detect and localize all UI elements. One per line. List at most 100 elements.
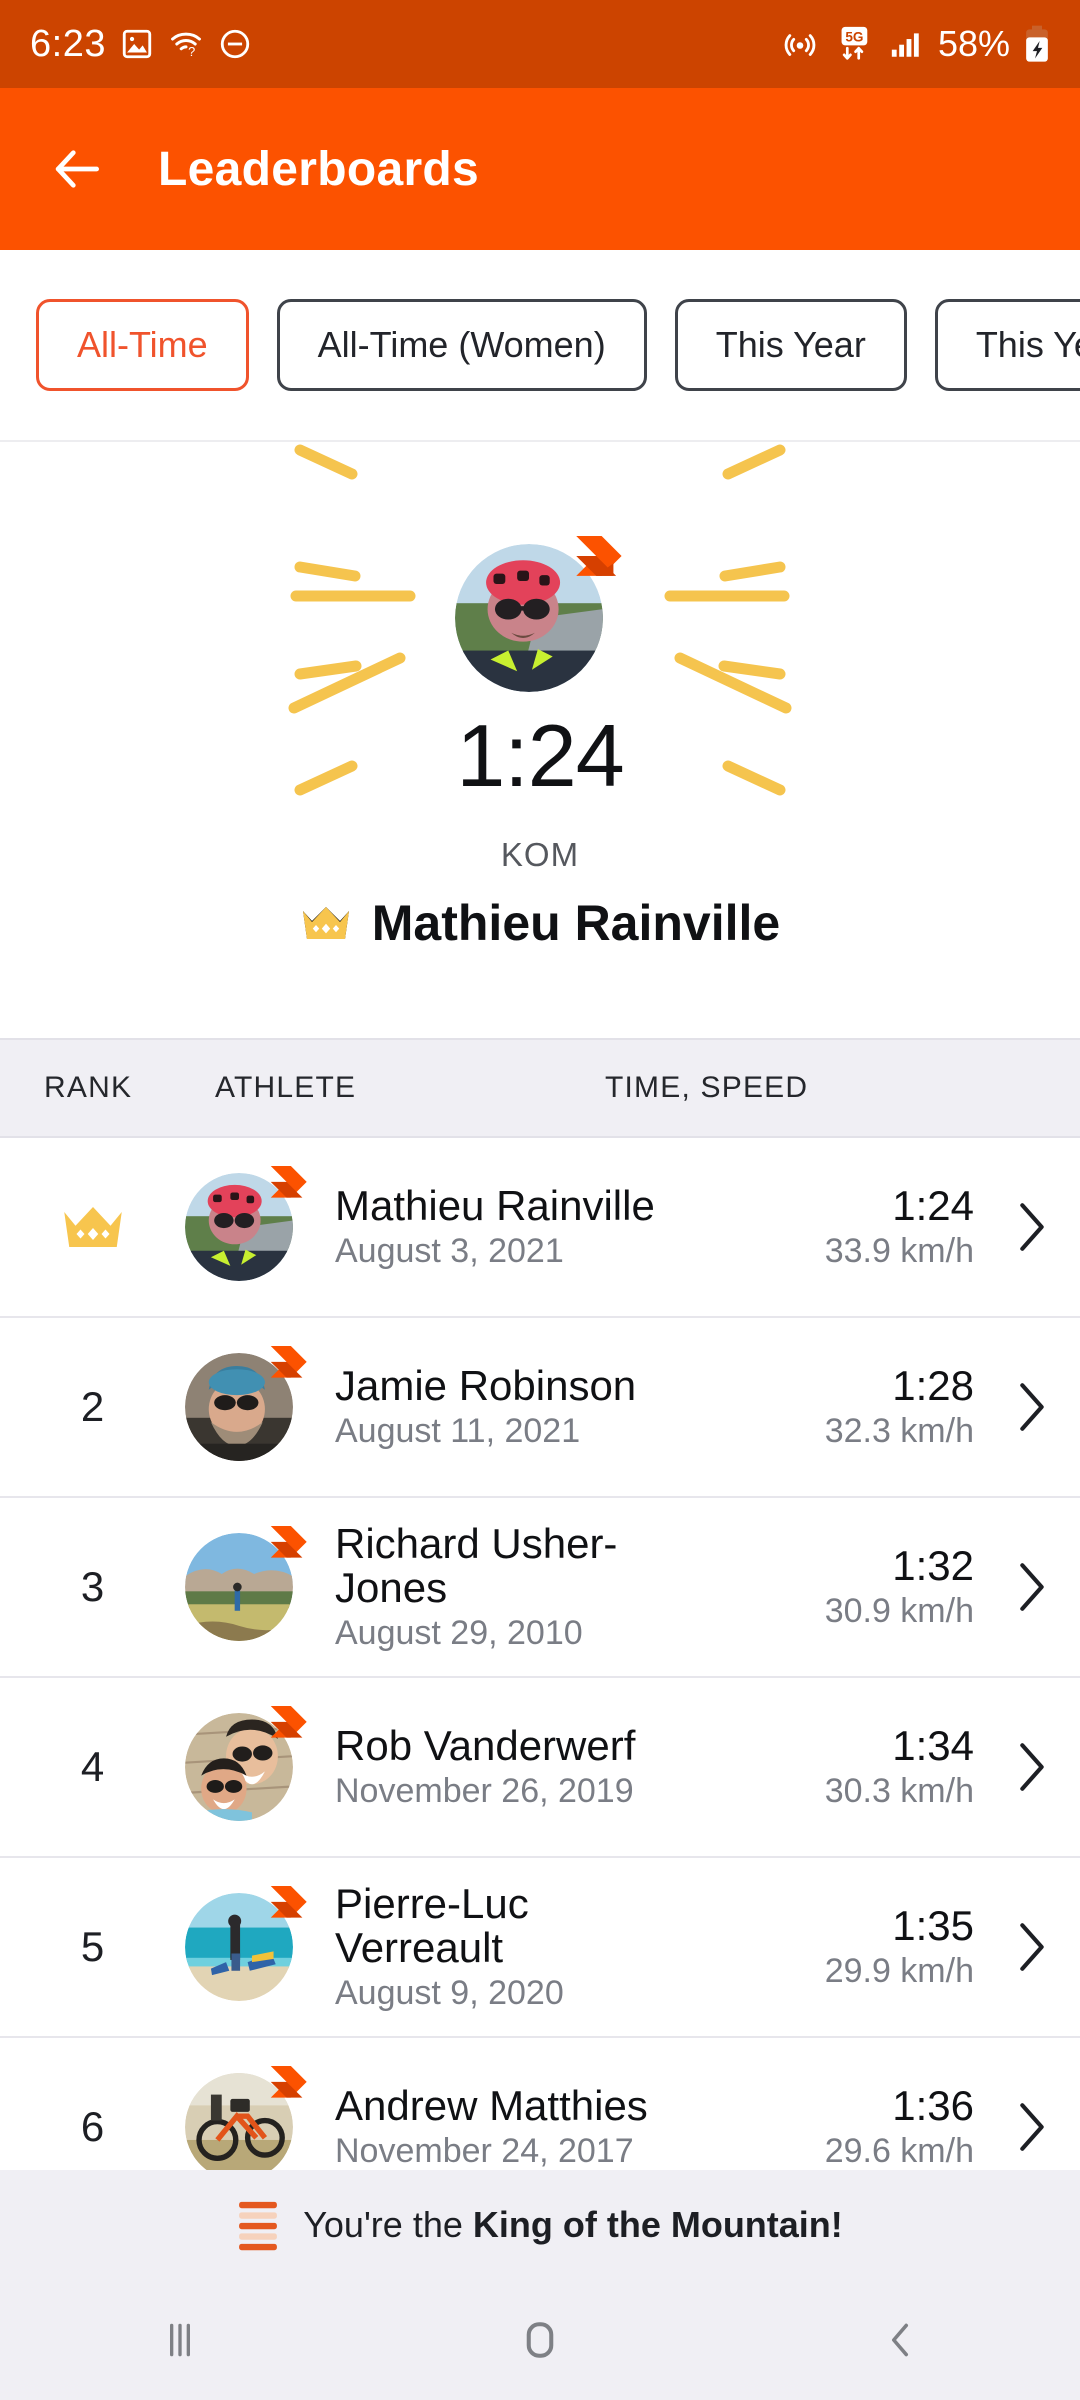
row-chevron[interactable] (984, 1738, 1080, 1796)
battery-charging-icon (1026, 25, 1048, 62)
crown-icon (302, 907, 349, 939)
chevron-right-icon (1020, 1743, 1044, 1791)
effort-speed: 29.9 km/h (824, 1952, 974, 1991)
effort-time: 1:35 (892, 1902, 974, 1950)
stats-cell: 1:24 33.9 km/h (684, 1184, 984, 1270)
strava-chevron-icon (270, 1706, 307, 1738)
athlete-cell: Jamie Robinson August 11, 2021 (327, 1364, 684, 1450)
athlete-name: Richard Usher-Jones (335, 1520, 618, 1612)
row-chevron[interactable] (984, 2098, 1080, 2156)
hotspot-icon (784, 34, 816, 56)
back-nav-button[interactable] (825, 2280, 975, 2400)
stats-cell: 1:35 29.9 km/h (684, 1904, 984, 1990)
effort-speed: 29.6 km/h (824, 2132, 974, 2171)
kom-name-row: Mathieu Rainville (0, 894, 1080, 952)
recents-button[interactable] (105, 2280, 255, 2400)
chip-this-year[interactable]: This Year (674, 299, 907, 391)
svg-text:5G: 5G (845, 30, 863, 45)
avatar-cell[interactable] (185, 1886, 327, 2001)
image-icon (122, 29, 152, 59)
table-row[interactable]: 3 Richard Usher-Jones August 29, 2010 1:… (0, 1498, 1080, 1678)
banner-text-prefix: You're the (303, 2204, 473, 2245)
svg-text:?: ? (188, 44, 195, 59)
chevron-right-icon (1020, 1923, 1044, 1971)
effort-time: 1:24 (892, 1182, 974, 1230)
kom-athlete-avatar[interactable] (455, 536, 622, 692)
chevron-right-icon (1020, 1563, 1044, 1611)
back-icon (891, 2323, 909, 2357)
avatar-cell[interactable] (185, 1526, 327, 1641)
table-row[interactable]: 2 Jamie Robinson August 11, 2021 1:28 32… (0, 1318, 1080, 1498)
stats-cell: 1:28 32.3 km/h (684, 1364, 984, 1450)
row-chevron[interactable] (984, 1918, 1080, 1976)
athlete-name: Jamie Robinson (335, 1362, 637, 1410)
home-button[interactable] (465, 2280, 615, 2400)
row-chevron[interactable] (984, 1558, 1080, 1616)
strava-chevron-icon (270, 1346, 307, 1378)
stats-cell: 1:36 29.6 km/h (684, 2084, 984, 2170)
strava-chevron-icon (270, 1886, 307, 1918)
column-header-rank: RANK (44, 1071, 133, 1104)
leaderboard-rows: Mathieu Rainville August 3, 2021 1:24 33… (0, 1138, 1080, 2260)
signal-bars-icon (891, 33, 919, 57)
strava-chevron-icon (270, 1526, 307, 1558)
chip-all-time[interactable]: All-Time (36, 299, 249, 391)
table-row[interactable]: 4 Rob Vanderwerf November 26, 2019 1:34 … (0, 1678, 1080, 1858)
chevron-right-icon (1020, 1383, 1044, 1431)
chip-this-year-secondary[interactable]: This Year (934, 299, 1080, 391)
athlete-cell: Pierre-Luc Verreault August 9, 2020 (327, 1881, 684, 2013)
athlete-name: Andrew Matthies (335, 2082, 648, 2130)
avatar-cell[interactable] (185, 1706, 327, 1821)
row-chevron[interactable] (984, 1198, 1080, 1256)
effort-time: 1:32 (892, 1542, 974, 1590)
effort-date: November 24, 2017 (335, 2132, 634, 2171)
stats-cell: 1:34 30.3 km/h (684, 1724, 984, 1810)
strava-chevron-icon (576, 536, 622, 576)
leaderboard-table-header: RANK ATHLETE TIME, SPEED (0, 1038, 1080, 1138)
rank-cell: 2 (80, 1383, 105, 1430)
column-header-athlete: ATHLETE (215, 1071, 357, 1104)
app-screen: 6:23 ? 5G 58% Leaderboards All-Time All-… (0, 0, 1080, 2400)
table-row[interactable]: 5 Pierre-Luc Verreault August 9, 2020 1:… (0, 1858, 1080, 2038)
rank-cell: 4 (80, 1743, 105, 1790)
leaderboard-filter-chips[interactable]: All-Time All-Time (Women) This Year This… (0, 250, 1080, 442)
battery-percent: 58% (937, 23, 1010, 64)
chip-all-time-women[interactable]: All-Time (Women) (276, 299, 647, 391)
banner-text: You're the King of the Mountain! (303, 2204, 843, 2246)
effort-speed: 33.9 km/h (824, 1232, 974, 1271)
kom-status-banner[interactable]: You're the King of the Mountain! (0, 2170, 1080, 2280)
app-bar: Leaderboards (0, 88, 1080, 250)
avatar-cell[interactable] (185, 1166, 327, 1281)
athlete-cell: Richard Usher-Jones August 29, 2010 (327, 1520, 684, 1652)
chevron-right-icon (1020, 1203, 1044, 1251)
status-bar-right: 5G 58% (780, 23, 1052, 65)
athlete-cell: Rob Vanderwerf November 26, 2019 (327, 1724, 684, 1810)
effort-date: November 26, 2019 (335, 1772, 634, 1811)
status-time: 6:23 (30, 22, 106, 65)
row-chevron[interactable] (984, 1378, 1080, 1436)
stats-cell: 1:32 30.9 km/h (684, 1544, 984, 1630)
back-button[interactable] (22, 141, 134, 197)
effort-speed: 30.9 km/h (824, 1592, 974, 1631)
rank-cell: 6 (80, 2103, 105, 2150)
kom-time: 1:24 (456, 706, 624, 805)
chevron-right-icon (1020, 2103, 1044, 2151)
effort-date: August 3, 2021 (335, 1232, 564, 1271)
recents-icon (170, 2323, 190, 2357)
table-row[interactable]: Mathieu Rainville August 3, 2021 1:24 33… (0, 1138, 1080, 1318)
effort-date: August 11, 2021 (335, 1412, 581, 1451)
athlete-cell: Mathieu Rainville August 3, 2021 (327, 1184, 684, 1270)
avatar-cell[interactable] (185, 2066, 327, 2181)
rank-cell: 3 (80, 1563, 105, 1610)
effort-date: August 9, 2020 (335, 1974, 564, 2013)
effort-time: 1:28 (892, 1362, 974, 1410)
do-not-disturb-icon (220, 29, 250, 59)
effort-time: 1:36 (892, 2082, 974, 2130)
athlete-cell: Andrew Matthies November 24, 2017 (327, 2084, 684, 2170)
arrow-left-icon (55, 150, 99, 188)
wifi-question-icon: ? (171, 32, 201, 59)
avatar-cell[interactable] (185, 1346, 327, 1461)
athlete-name: Rob Vanderwerf (335, 1722, 636, 1770)
strava-chevron-icon (270, 2066, 307, 2098)
crown-icon (63, 1207, 122, 1247)
